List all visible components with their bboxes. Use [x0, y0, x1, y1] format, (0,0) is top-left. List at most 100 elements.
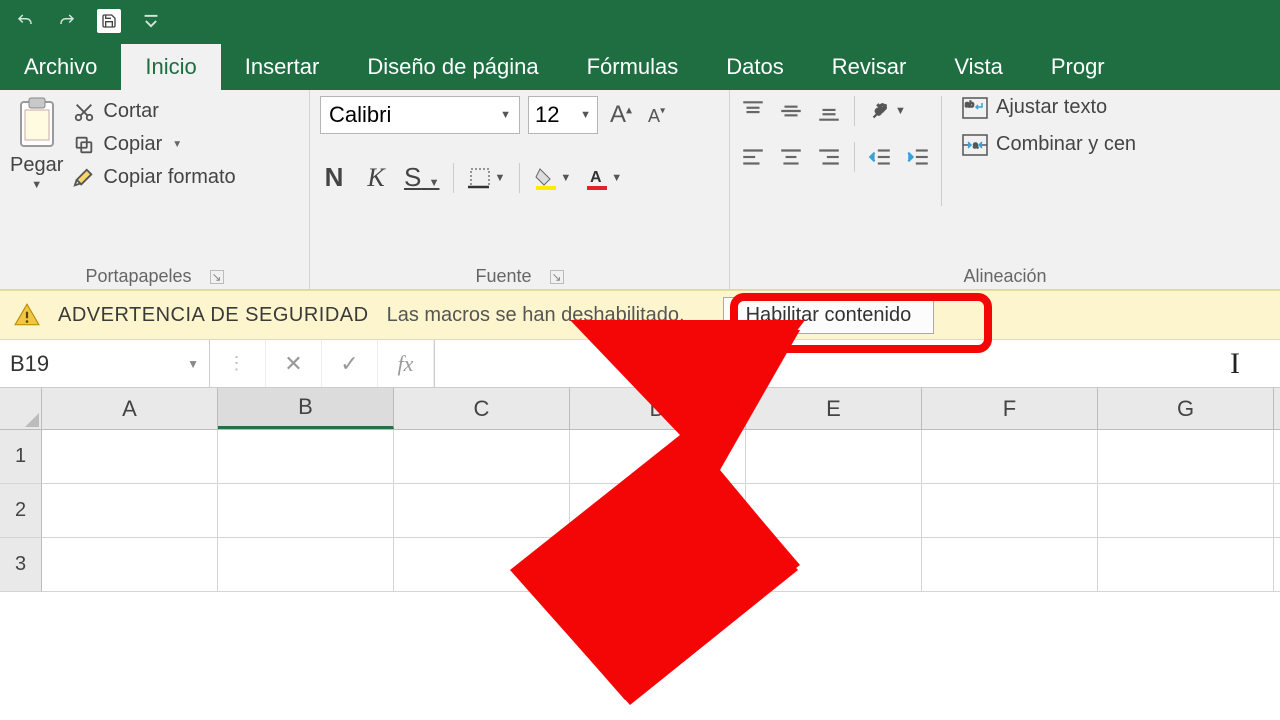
cell[interactable]	[746, 430, 922, 483]
warning-icon	[14, 302, 40, 328]
col-header-E[interactable]: E	[746, 388, 922, 429]
cell[interactable]	[746, 484, 922, 537]
font-name-combo[interactable]: Calibri ▼	[320, 96, 520, 134]
align-center-button[interactable]	[778, 144, 804, 170]
name-box-value: B19	[10, 351, 49, 377]
borders-button[interactable]: ▼	[468, 166, 505, 190]
align-middle-button[interactable]	[778, 98, 804, 124]
cell[interactable]	[570, 538, 746, 591]
col-header-D[interactable]: D	[570, 388, 746, 429]
cell[interactable]	[394, 538, 570, 591]
row-header-3[interactable]: 3	[0, 538, 42, 592]
cut-button[interactable]: Cortar	[73, 100, 235, 123]
separator	[854, 96, 855, 126]
tab-formulas[interactable]: Fórmulas	[563, 44, 703, 90]
clipboard-dialog-launcher[interactable]: ↘	[210, 270, 224, 284]
separator	[519, 163, 520, 193]
cell[interactable]	[570, 484, 746, 537]
shrink-font-button[interactable]: A▾	[644, 102, 669, 128]
format-painter-button[interactable]: Copiar formato	[73, 166, 235, 189]
fill-color-button[interactable]: ▼	[534, 166, 571, 190]
undo-button[interactable]	[10, 6, 40, 36]
font-color-button[interactable]: A ▼	[585, 166, 622, 190]
align-top-button[interactable]	[740, 98, 766, 124]
ribbon-tabs: Archivo Inicio Insertar Diseño de página…	[0, 42, 1280, 90]
cell[interactable]	[218, 430, 394, 483]
font-size-dropdown-icon[interactable]: ▼	[580, 109, 591, 121]
col-header-A[interactable]: A	[42, 388, 218, 429]
col-header-B[interactable]: B	[218, 388, 394, 429]
align-bottom-button[interactable]	[816, 98, 842, 124]
group-portapapeles-label: Portapapeles	[85, 266, 191, 287]
formula-bar: B19 ▼ ⋮ ✕ ✓ fx I	[0, 340, 1280, 388]
col-header-F[interactable]: F	[922, 388, 1098, 429]
increase-indent-button[interactable]	[905, 144, 931, 170]
orientation-button[interactable]: ab ▼	[867, 98, 906, 124]
cell[interactable]	[922, 538, 1098, 591]
copy-button[interactable]: Copiar ▼	[73, 133, 235, 156]
tab-archivo[interactable]: Archivo	[0, 44, 121, 90]
warning-message: Las macros se han deshabilitado.	[387, 304, 685, 327]
tab-programador[interactable]: Progr	[1027, 44, 1129, 90]
row-header-1[interactable]: 1	[0, 430, 42, 484]
name-box-dropdown-icon[interactable]: ▼	[187, 357, 199, 371]
svg-text:a: a	[973, 140, 978, 150]
cell[interactable]	[218, 484, 394, 537]
paste-dropdown-icon[interactable]: ▼	[31, 179, 42, 191]
col-header-G[interactable]: G	[1098, 388, 1274, 429]
underline-button[interactable]: S ▼	[404, 162, 439, 193]
wrap-text-label: Ajustar texto	[996, 96, 1107, 119]
italic-button[interactable]: K	[362, 163, 390, 193]
font-dialog-launcher[interactable]: ↘	[550, 270, 564, 284]
copy-dropdown-icon[interactable]: ▼	[172, 139, 182, 150]
cell[interactable]	[394, 484, 570, 537]
col-header-C[interactable]: C	[394, 388, 570, 429]
cell[interactable]	[42, 430, 218, 483]
tab-inicio[interactable]: Inicio	[121, 44, 220, 90]
formula-bar-expand[interactable]: ⋮	[210, 340, 266, 387]
font-name-dropdown-icon[interactable]: ▼	[500, 109, 511, 121]
tab-datos[interactable]: Datos	[702, 44, 807, 90]
tab-insertar[interactable]: Insertar	[221, 44, 344, 90]
cancel-formula-button[interactable]: ✕	[266, 340, 322, 387]
cell[interactable]	[1098, 538, 1274, 591]
name-box[interactable]: B19 ▼	[0, 340, 210, 387]
font-size-combo[interactable]: 12 ▼	[528, 96, 598, 134]
redo-button[interactable]	[52, 6, 82, 36]
cell[interactable]	[42, 538, 218, 591]
insert-function-button[interactable]: fx	[378, 340, 434, 387]
ribbon: Pegar ▼ Cortar Copiar ▼ Copiar formato	[0, 90, 1280, 290]
cell[interactable]	[922, 430, 1098, 483]
enable-content-button[interactable]: Habilitar contenido	[723, 297, 935, 334]
cell[interactable]	[394, 430, 570, 483]
formula-input[interactable]: I	[435, 340, 1280, 387]
decrease-indent-button[interactable]	[867, 144, 893, 170]
row-header-2[interactable]: 2	[0, 484, 42, 538]
tab-revisar[interactable]: Revisar	[808, 44, 931, 90]
align-left-button[interactable]	[740, 144, 766, 170]
cell[interactable]	[922, 484, 1098, 537]
paste-button[interactable]: Pegar ▼	[10, 96, 63, 191]
group-alineacion-label: Alineación	[963, 266, 1046, 287]
align-right-button[interactable]	[816, 144, 842, 170]
bold-button[interactable]: N	[320, 162, 348, 193]
select-all-corner[interactable]	[0, 388, 42, 429]
paste-label: Pegar	[10, 154, 63, 177]
enter-formula-button[interactable]: ✓	[322, 340, 378, 387]
cell[interactable]	[1098, 484, 1274, 537]
merge-center-button[interactable]: a Combinar y cen	[962, 133, 1136, 156]
cell[interactable]	[1098, 430, 1274, 483]
tab-diseno[interactable]: Diseño de página	[343, 44, 562, 90]
sheet-grid: 1 2 3	[0, 430, 1280, 592]
tab-vista[interactable]: Vista	[930, 44, 1027, 90]
grow-font-button[interactable]: A▴	[606, 101, 636, 129]
group-portapapeles: Pegar ▼ Cortar Copiar ▼ Copiar formato	[0, 90, 310, 289]
cell[interactable]	[570, 430, 746, 483]
cell[interactable]	[746, 538, 922, 591]
cell[interactable]	[42, 484, 218, 537]
wrap-text-button[interactable]: ab Ajustar texto	[962, 96, 1136, 119]
save-button[interactable]	[94, 6, 124, 36]
group-alineacion: ab ▼ ab Ajustar texto	[730, 90, 1280, 289]
cell[interactable]	[218, 538, 394, 591]
customize-qat-button[interactable]	[136, 6, 166, 36]
